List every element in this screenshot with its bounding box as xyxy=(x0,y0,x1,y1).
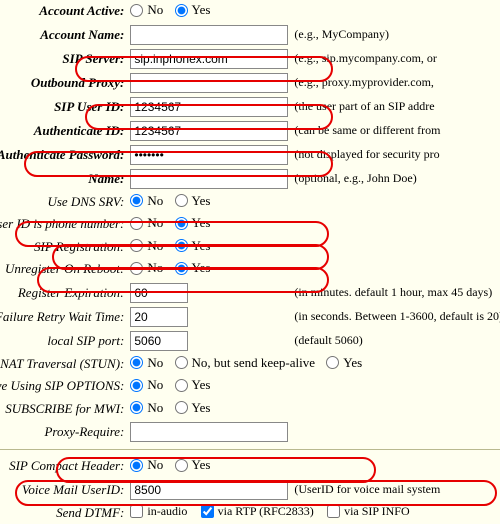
label-sip-user-id: SIP User ID: xyxy=(0,95,127,119)
label-keepalive: -Alive Using SIP OPTIONS: xyxy=(0,375,127,398)
local-sip-port-input[interactable] xyxy=(130,331,188,351)
hint-retry-wait: (in seconds. Between 1-3600, default is … xyxy=(291,305,500,329)
label-uid-phone: User ID is phone number: xyxy=(0,213,127,236)
sip-user-id-input[interactable] xyxy=(130,97,288,117)
compact-hdr-yes[interactable]: Yes xyxy=(175,457,211,473)
label-retry-wait: tion Failure Retry Wait Time: xyxy=(0,305,127,329)
label-compact-hdr: SIP Compact Header: xyxy=(0,455,127,478)
compact-hdr-no[interactable]: No xyxy=(130,457,163,473)
label-auth-pw: Authenticate Password: xyxy=(0,143,127,167)
vm-userid-input[interactable] xyxy=(130,480,288,500)
name-input[interactable] xyxy=(130,169,288,189)
sip-server-input[interactable] xyxy=(130,49,288,69)
hint-auth-id: (can be same or different from xyxy=(291,119,500,143)
label-name: Name: xyxy=(0,167,127,191)
separator xyxy=(0,449,500,450)
account-active-no[interactable]: No xyxy=(130,2,163,18)
account-active-yes[interactable]: Yes xyxy=(175,2,211,18)
label-account-active: Account Active: xyxy=(0,0,127,23)
label-sip-reg: SIP Registration: xyxy=(0,236,127,259)
keepalive-no[interactable]: No xyxy=(130,377,163,393)
label-local-sip-port: local SIP port: xyxy=(0,329,127,353)
auth-id-input[interactable] xyxy=(130,121,288,141)
auth-pw-input[interactable] xyxy=(130,145,288,165)
nat-no-keepalive[interactable]: No, but send keep-alive xyxy=(175,355,315,371)
nat-yes[interactable]: Yes xyxy=(326,355,362,371)
label-vm-userid: Voice Mail UserID: xyxy=(0,478,127,502)
sip-reg-yes[interactable]: Yes xyxy=(175,238,211,254)
label-reg-exp: Register Expiration: xyxy=(0,281,127,305)
label-account-name: Account Name: xyxy=(0,23,127,47)
hint-vm-userid: (UserID for voice mail system xyxy=(291,478,500,502)
label-sub-mwi: SUBSCRIBE for MWI: xyxy=(0,398,127,421)
account-name-input[interactable] xyxy=(130,25,288,45)
label-proxy-require: Proxy-Require: xyxy=(0,420,127,444)
label-nat-trav: NAT Traversal (STUN): xyxy=(0,353,127,376)
unreg-reboot-no[interactable]: No xyxy=(130,260,163,276)
reg-exp-input[interactable] xyxy=(130,283,188,303)
label-send-dtmf: Send DTMF: xyxy=(0,502,127,524)
hint-account-name: (e.g., MyCompany) xyxy=(291,23,500,47)
sub-mwi-yes[interactable]: Yes xyxy=(175,400,211,416)
hint-name: (optional, e.g., John Doe) xyxy=(291,167,500,191)
dns-srv-yes[interactable]: Yes xyxy=(175,193,211,209)
nat-no[interactable]: No xyxy=(130,355,163,371)
hint-auth-pw: (not displayed for security pro xyxy=(291,143,500,167)
proxy-require-input[interactable] xyxy=(130,422,288,442)
dns-srv-no[interactable]: No xyxy=(130,193,163,209)
hint-sip-user-id: (the user part of an SIP addre xyxy=(291,95,500,119)
label-auth-id: Authenticate ID: xyxy=(0,119,127,143)
sip-reg-no[interactable]: No xyxy=(130,238,163,254)
unreg-reboot-yes[interactable]: Yes xyxy=(175,260,211,276)
uid-phone-yes[interactable]: Yes xyxy=(175,215,211,231)
label-dns-srv: Use DNS SRV: xyxy=(0,191,127,214)
config-form: Account Active: No Yes Account Name: (e.… xyxy=(0,0,500,524)
hint-local-sip-port: (default 5060) xyxy=(291,329,500,353)
label-unreg-reboot: Unregister On Reboot: xyxy=(0,258,127,281)
hint-outbound-proxy: (e.g., proxy.myprovider.com, xyxy=(291,71,500,95)
outbound-proxy-input[interactable] xyxy=(130,73,288,93)
hint-reg-exp: (in minutes. default 1 hour, max 45 days… xyxy=(291,281,500,305)
retry-wait-input[interactable] xyxy=(130,307,188,327)
keepalive-yes[interactable]: Yes xyxy=(175,377,211,393)
sub-mwi-no[interactable]: No xyxy=(130,400,163,416)
label-sip-server: SIP Server: xyxy=(0,47,127,71)
label-outbound-proxy: Outbound Proxy: xyxy=(0,71,127,95)
uid-phone-no[interactable]: No xyxy=(130,215,163,231)
hint-sip-server: (e.g., sip.mycompany.com, or xyxy=(291,47,500,71)
